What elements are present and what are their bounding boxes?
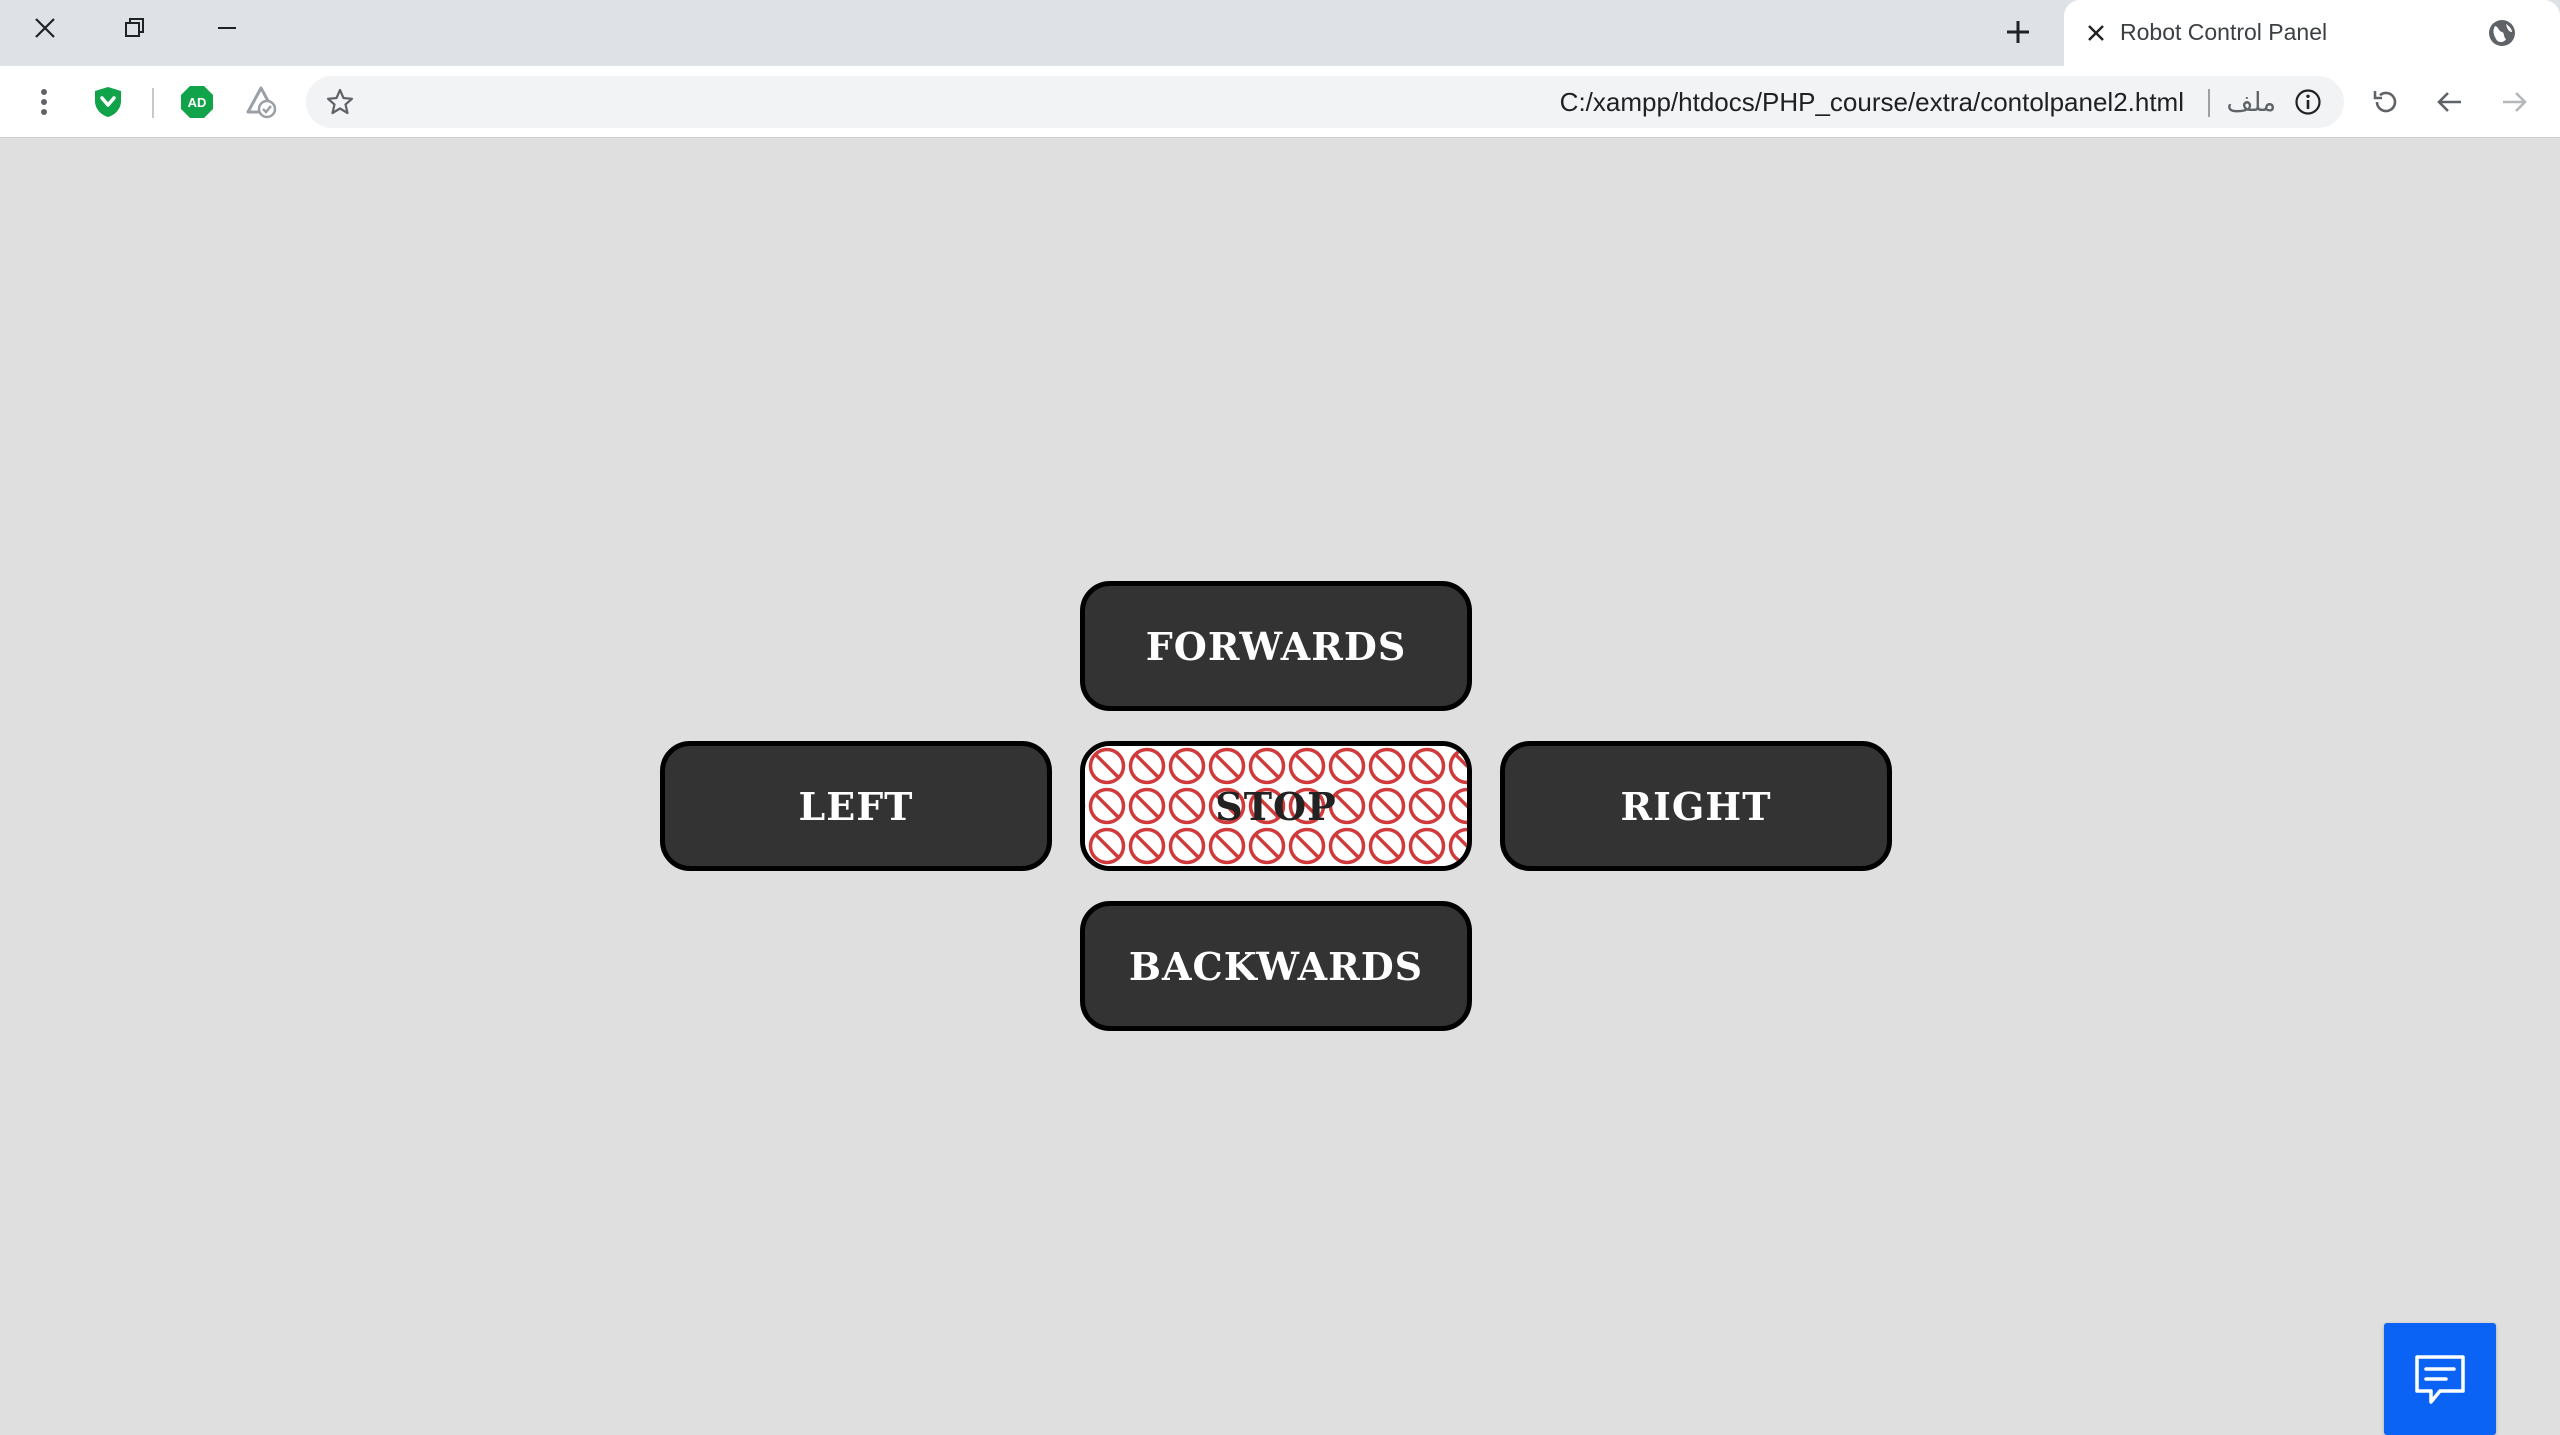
site-info-button[interactable]: [2288, 82, 2328, 122]
extension-shield-button[interactable]: [84, 78, 132, 126]
stop-button[interactable]: STOP: [1080, 741, 1472, 871]
extension-icon: [246, 86, 277, 119]
back-arrow-icon: [2437, 92, 2461, 112]
left-button[interactable]: LEFT: [660, 741, 1052, 871]
page-content: FORWARDS LEFT STOP RIGHT BACKWARDS: [0, 138, 2560, 1435]
tab-close-button[interactable]: [2076, 18, 2116, 48]
browser-menu-button[interactable]: [20, 78, 68, 126]
right-label: RIGHT: [1620, 783, 1772, 829]
left-label: LEFT: [798, 783, 914, 829]
reload-button[interactable]: [2362, 78, 2410, 126]
url-separator: [2208, 89, 2210, 117]
window-minimize-button[interactable]: [182, 0, 272, 56]
bookmark-button[interactable]: [318, 80, 362, 124]
browser-toolbar: AD C:/xampp/htdocs/PHP_course/extra/cont…: [0, 66, 2560, 138]
plus-icon: [2007, 21, 2029, 43]
minimize-icon: [218, 27, 236, 29]
svg-text:AD: AD: [188, 95, 207, 110]
right-button[interactable]: RIGHT: [1500, 741, 1892, 871]
extension-button[interactable]: [237, 78, 285, 126]
address-bar[interactable]: C:/xampp/htdocs/PHP_course/extra/contolp…: [306, 76, 2344, 128]
back-button[interactable]: [2426, 78, 2474, 126]
chat-widget-button[interactable]: [2384, 1323, 2496, 1435]
backwards-label: BACKWARDS: [1128, 943, 1424, 989]
url-scheme-label: ملف: [2226, 87, 2276, 117]
toolbar-divider: [152, 88, 154, 118]
tab-title: Robot Control Panel: [2120, 19, 2328, 45]
reload-icon: [2373, 91, 2397, 113]
extension-adblock-button[interactable]: AD: [173, 78, 221, 126]
forwards-label: FORWARDS: [1145, 623, 1407, 669]
restore-icon: [125, 18, 144, 37]
forwards-button[interactable]: FORWARDS: [1080, 581, 1472, 711]
window-restore-button[interactable]: [90, 0, 180, 56]
url-text: C:/xampp/htdocs/PHP_course/extra/contolp…: [1559, 87, 2184, 117]
stop-label: STOP: [1215, 783, 1337, 829]
window-close-button[interactable]: [0, 0, 90, 56]
tab-strip: Robot Control Panel: [0, 0, 2560, 66]
close-icon: [2088, 25, 2104, 41]
info-icon: [2295, 89, 2321, 115]
star-icon: [326, 88, 354, 115]
globe-icon: [2489, 20, 2515, 46]
forward-arrow-icon: [2503, 92, 2527, 112]
forward-button[interactable]: [2490, 78, 2538, 126]
kebab-menu-icon: [41, 89, 47, 115]
adblock-icon: AD: [181, 86, 213, 118]
chat-icon: [2415, 1355, 2465, 1404]
close-icon: [35, 18, 55, 38]
new-tab-button[interactable]: [1990, 8, 2046, 56]
backwards-button[interactable]: BACKWARDS: [1080, 901, 1472, 1031]
shield-icon: [95, 87, 121, 117]
